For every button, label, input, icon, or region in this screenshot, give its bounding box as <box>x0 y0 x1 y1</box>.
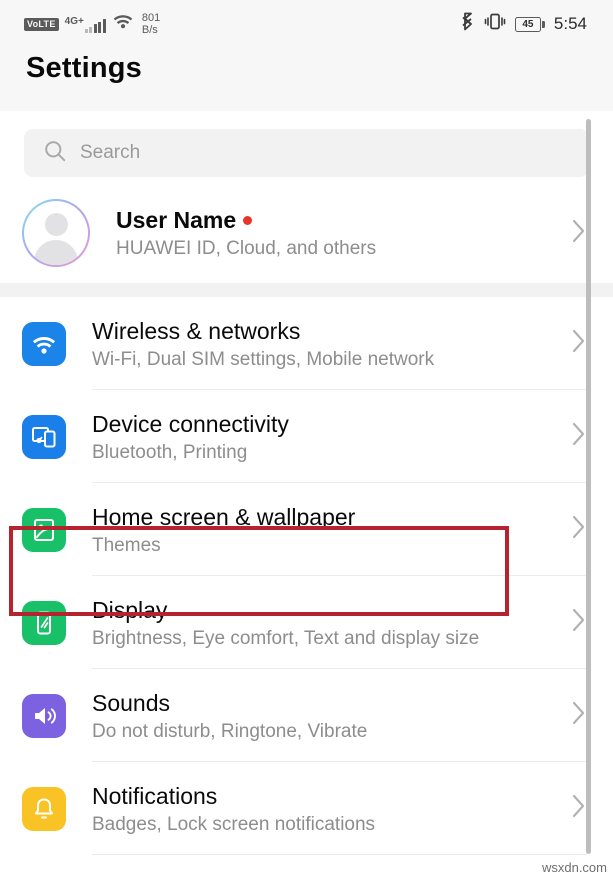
chevron-right-icon <box>571 606 587 639</box>
wifi-icon <box>112 12 134 34</box>
settings-item-text: Notifications Badges, Lock screen notifi… <box>92 782 561 836</box>
settings-screen: VoLTE 4G+ 801 B/s 45 5:54 Settings Searc… <box>0 0 613 879</box>
bell-icon <box>22 786 66 831</box>
battery-cap <box>542 20 545 28</box>
profile-row[interactable]: User Name HUAWEI ID, Cloud, and others <box>0 193 613 283</box>
settings-scroll-area[interactable]: Search User Name HUAWEI ID, Cloud, and o… <box>0 111 613 858</box>
chevron-right-icon <box>571 327 587 360</box>
avatar-head <box>44 213 68 236</box>
settings-item-subtitle: Wi-Fi, Dual SIM settings, Mobile network <box>92 348 435 370</box>
settings-list: Wireless & networks Wi-Fi, Dual SIM sett… <box>0 297 613 855</box>
wifi-icon <box>22 321 66 366</box>
settings-item-title: Device connectivity <box>92 410 289 437</box>
settings-item-title: Display <box>92 596 168 623</box>
settings-item-title: Sounds <box>92 689 171 716</box>
status-bar-right: 45 5:54 <box>462 12 587 36</box>
chevron-right-icon <box>571 792 587 825</box>
settings-item-subtitle: Themes <box>92 534 161 556</box>
image-icon <box>22 507 66 552</box>
person-avatar-icon <box>24 201 88 265</box>
row-divider <box>92 854 587 855</box>
data-speed-indicator: 801 B/s <box>142 12 160 36</box>
search-section: Search <box>0 111 613 193</box>
settings-item-subtitle: Badges, Lock screen notifications <box>92 813 376 835</box>
settings-item-wireless-networks[interactable]: Wireless & networks Wi-Fi, Dual SIM sett… <box>0 297 613 390</box>
settings-item-subtitle: Brightness, Eye comfort, Text and displa… <box>92 627 480 649</box>
profile-name: User Name <box>116 206 237 233</box>
avatar-body <box>34 240 78 265</box>
chevron-right-icon <box>571 217 587 250</box>
search-icon <box>44 140 66 167</box>
bluetooth-icon <box>462 12 475 36</box>
settings-item-device-connectivity[interactable]: Device connectivity Bluetooth, Printing <box>0 390 613 483</box>
settings-item-text: Sounds Do not disturb, Ringtone, Vibrate <box>92 689 561 743</box>
avatar <box>22 199 90 267</box>
scrollbar-thumb[interactable] <box>586 119 591 854</box>
settings-item-text: Wireless & networks Wi-Fi, Dual SIM sett… <box>92 317 561 371</box>
phone-screen-icon <box>22 600 66 645</box>
notification-dot <box>243 215 253 225</box>
data-speed-unit: B/s <box>141 24 158 36</box>
network-type-label: 4G+ <box>64 16 84 27</box>
data-speed-value: 801 <box>141 12 161 24</box>
cellular-signal-indicator: 4G+ <box>65 13 106 35</box>
status-bar-left: VoLTE 4G+ 801 B/s <box>24 12 160 36</box>
settings-item-display[interactable]: Display Brightness, Eye comfort, Text an… <box>0 576 613 669</box>
profile-text: User Name HUAWEI ID, Cloud, and others <box>116 207 561 260</box>
page-title: Settings <box>26 52 142 84</box>
status-bar-clock: 5:54 <box>553 14 587 33</box>
battery-percent-label: 45 <box>514 16 541 32</box>
section-divider <box>0 283 613 297</box>
battery-indicator: 45 <box>514 16 545 32</box>
search-bar[interactable]: Search <box>24 129 589 177</box>
title-bar: Settings <box>0 48 613 111</box>
settings-item-title: Notifications <box>92 782 218 809</box>
watermark: wsxdn.com <box>541 860 607 875</box>
search-input[interactable]: Search <box>80 142 140 164</box>
settings-item-home-screen-wallpaper[interactable]: Home screen & wallpaper Themes <box>0 483 613 576</box>
settings-item-text: Home screen & wallpaper Themes <box>92 503 561 557</box>
settings-item-title: Home screen & wallpaper <box>92 503 356 530</box>
chevron-right-icon <box>571 699 587 732</box>
profile-subtitle: HUAWEI ID, Cloud, and others <box>116 237 377 259</box>
settings-item-sounds[interactable]: Sounds Do not disturb, Ringtone, Vibrate <box>0 669 613 762</box>
settings-item-title: Wireless & networks <box>92 317 301 344</box>
settings-item-subtitle: Do not disturb, Ringtone, Vibrate <box>92 720 368 742</box>
settings-item-notifications[interactable]: Notifications Badges, Lock screen notifi… <box>0 762 613 855</box>
device-connectivity-icon <box>22 414 66 459</box>
settings-item-subtitle: Bluetooth, Printing <box>92 441 248 463</box>
speaker-icon <box>22 693 66 738</box>
settings-item-text: Device connectivity Bluetooth, Printing <box>92 410 561 464</box>
vibrate-icon <box>484 12 506 36</box>
status-bar: VoLTE 4G+ 801 B/s 45 5:54 <box>0 0 613 48</box>
settings-item-text: Display Brightness, Eye comfort, Text an… <box>92 596 561 650</box>
profile-name-line: User Name <box>116 207 561 234</box>
volte-badge: VoLTE <box>24 17 59 31</box>
scrollbar[interactable] <box>586 111 591 858</box>
signal-bars-icon <box>84 19 106 33</box>
chevron-right-icon <box>571 513 587 546</box>
chevron-right-icon <box>571 420 587 453</box>
